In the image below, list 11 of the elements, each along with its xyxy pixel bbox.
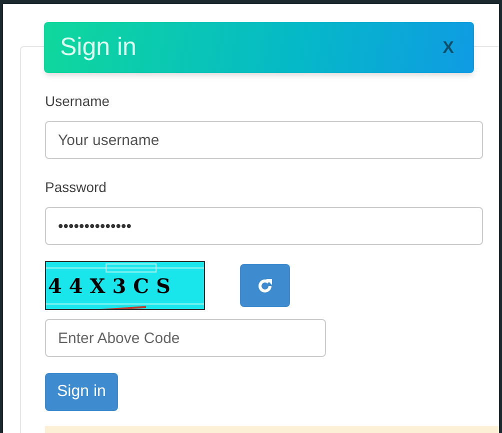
sign-in-button[interactable]: Sign in bbox=[45, 373, 118, 411]
code-field[interactable]: Enter Above Code bbox=[45, 319, 326, 357]
captcha-image: 4 4 X 3 C S bbox=[45, 261, 205, 310]
close-button[interactable]: X bbox=[442, 34, 458, 60]
refresh-icon bbox=[256, 276, 274, 294]
field-label: Username bbox=[45, 92, 111, 111]
dialog-title: Sign in bbox=[60, 32, 136, 63]
field-label: Password bbox=[45, 178, 108, 197]
input-field[interactable]: •••••••••••••• bbox=[45, 207, 483, 245]
refresh-button[interactable] bbox=[240, 264, 290, 307]
input-field[interactable]: Your username bbox=[45, 121, 483, 159]
